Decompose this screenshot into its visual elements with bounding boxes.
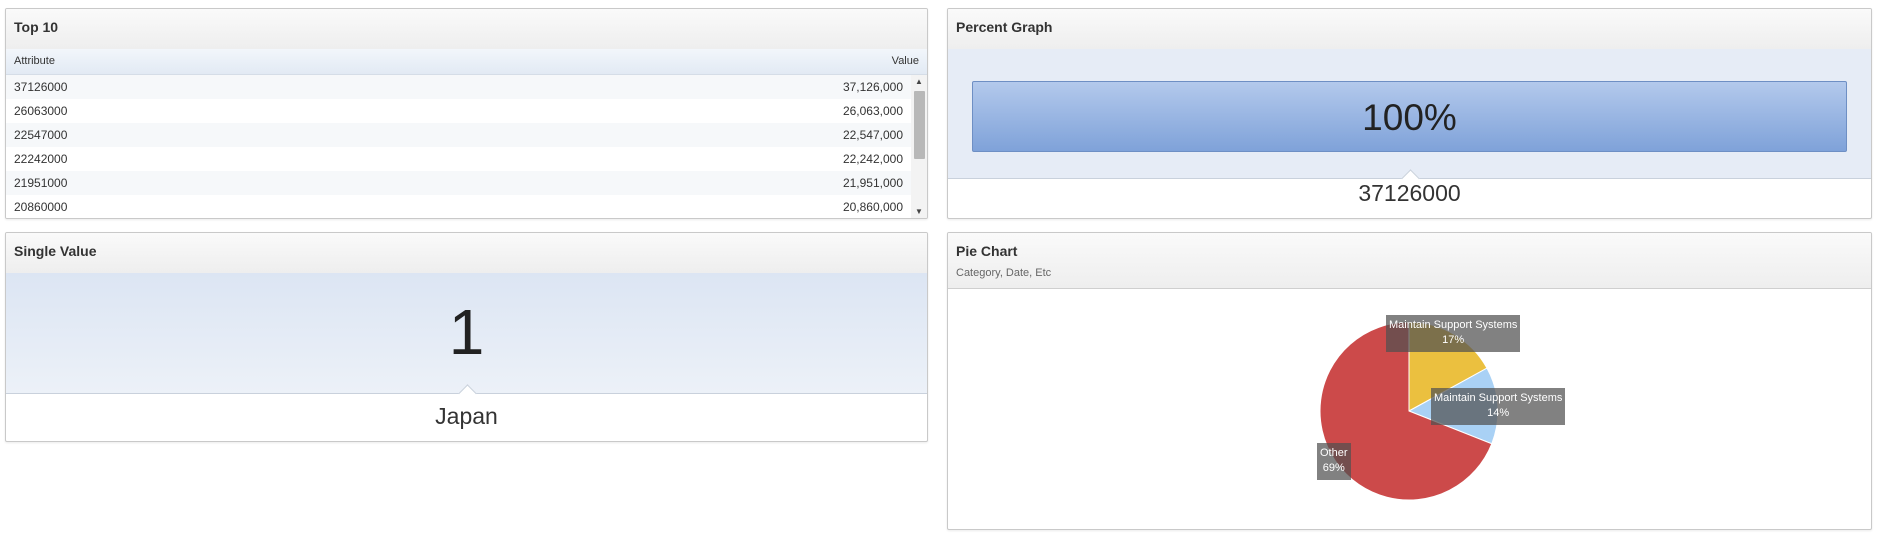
top10-table-header: Attribute Value — [6, 49, 927, 75]
pie-slice-label-1: Maintain Support Systems 14% — [1431, 387, 1566, 425]
top10-table-body: 37126000 37,126,000 26063000 26,063,000 … — [6, 75, 911, 218]
row-attribute: 37126000 — [14, 80, 68, 94]
top10-scrollbar[interactable]: ▲ ▼ — [911, 75, 927, 218]
single-value-panel: Single Value 1 Japan — [5, 232, 928, 442]
percent-graph-title: Percent Graph — [956, 19, 1053, 35]
column-header-value[interactable]: Value — [892, 55, 919, 67]
pie-chart-panel: Pie Chart Category, Date, Etc Maintain S… — [947, 232, 1872, 530]
percent-label: 100% — [1362, 97, 1457, 138]
scroll-thumb[interactable] — [914, 91, 925, 159]
pie-slice-name: Maintain Support Systems — [1434, 391, 1563, 404]
single-value-number: 1 — [448, 296, 485, 368]
table-row[interactable]: 22547000 22,547,000 — [6, 123, 911, 147]
row-attribute: 20860000 — [14, 200, 68, 214]
pie-slice-name: Other — [1320, 446, 1348, 459]
row-attribute: 22547000 — [14, 128, 68, 142]
table-row[interactable]: 20860000 20,860,000 — [6, 195, 911, 218]
percent-graph-area: 100% — [948, 49, 1871, 179]
pie-slice-label-0: Maintain Support Systems 17% — [1386, 314, 1521, 352]
percent-sub-value: 37126000 — [1358, 180, 1461, 206]
top10-panel: Top 10 Attribute Value 37126000 37,126,0… — [5, 8, 928, 219]
row-attribute: 26063000 — [14, 104, 68, 118]
row-attribute: 21951000 — [14, 176, 68, 190]
row-value: 22,242,000 — [842, 152, 903, 166]
pie-labels-layer: Maintain Support Systems 17% Maintain Supp… — [948, 290, 1871, 529]
table-row[interactable]: 22242000 22,242,000 — [6, 147, 911, 171]
percent-graph-header: Percent Graph — [948, 9, 1871, 50]
table-row[interactable]: 37126000 37,126,000 — [6, 75, 911, 99]
pie-slice-percent: 69% — [1322, 461, 1345, 474]
pie-chart-title: Pie Chart — [956, 243, 1018, 259]
row-value: 26,063,000 — [842, 104, 903, 118]
single-value-label: Japan — [435, 403, 498, 429]
row-value: 21,951,000 — [842, 176, 903, 190]
table-row[interactable]: 21951000 21,951,000 — [6, 171, 911, 195]
scroll-up-arrow-icon[interactable]: ▲ — [911, 75, 927, 89]
pie-slice-percent: 17% — [1442, 333, 1465, 346]
table-row[interactable]: 26063000 26,063,000 — [6, 99, 911, 123]
single-value-header: Single Value — [6, 233, 927, 274]
column-header-attribute[interactable]: Attribute — [14, 55, 55, 67]
row-attribute: 22242000 — [14, 152, 68, 166]
row-value: 37,126,000 — [842, 80, 903, 94]
percent-graph-panel: Percent Graph 100% 37126000 — [947, 8, 1872, 219]
scroll-down-arrow-icon[interactable]: ▼ — [911, 205, 927, 218]
row-value: 22,547,000 — [842, 128, 903, 142]
single-value-title: Single Value — [14, 243, 97, 259]
percent-bar-track: 100% — [972, 81, 1847, 152]
pie-slice-label-2: Other 69% — [1317, 442, 1351, 480]
top10-title: Top 10 — [14, 19, 59, 35]
single-value-area: 1 — [6, 273, 927, 394]
top10-header: Top 10 — [6, 9, 927, 50]
pie-chart-subtitle: Category, Date, Etc — [956, 267, 1052, 279]
pie-slice-percent: 14% — [1487, 406, 1510, 419]
pie-slice-name: Maintain Support Systems — [1389, 318, 1518, 331]
pie-chart-header: Pie Chart Category, Date, Etc — [948, 233, 1871, 289]
row-value: 20,860,000 — [842, 200, 903, 214]
